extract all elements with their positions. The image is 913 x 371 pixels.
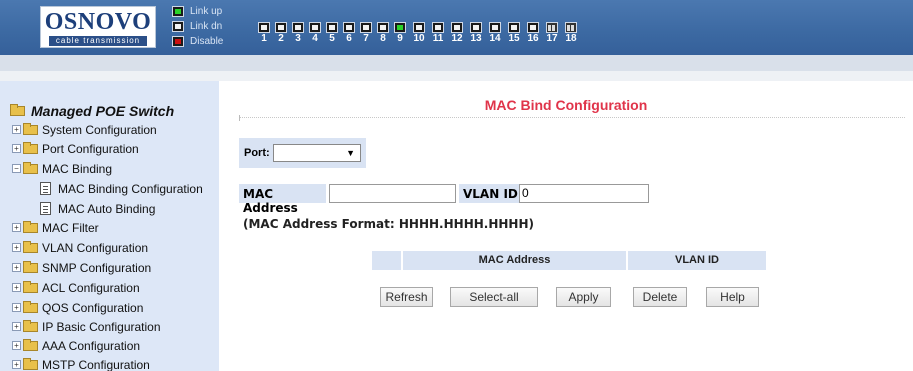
ethernet-port-icon (527, 22, 539, 33)
expand-icon[interactable]: + (12, 263, 21, 272)
folder-icon (23, 320, 38, 332)
legend-label: Disable (190, 36, 224, 47)
legend-link-up: Link up (172, 5, 242, 19)
fiber-port-icon (565, 22, 577, 33)
folder-icon (23, 281, 38, 293)
tree-item-label: Port Configuration (42, 142, 139, 156)
refresh-button[interactable]: Refresh (380, 287, 433, 307)
expand-icon[interactable]: + (12, 322, 21, 331)
tree-root-label: Managed POE Switch (31, 103, 175, 119)
ethernet-port-icon (275, 22, 287, 33)
port-link-down-icon (172, 21, 184, 32)
expand-icon[interactable]: + (12, 144, 21, 153)
document-icon (40, 182, 51, 195)
mac-address-input[interactable] (329, 184, 456, 203)
fiber-port-icon (546, 22, 558, 33)
ethernet-port-up-icon (394, 22, 406, 33)
folder-icon (23, 301, 38, 313)
ethernet-port-icon (413, 22, 425, 33)
folder-icon (23, 339, 38, 351)
vlan-id-label: VLAN ID (463, 187, 518, 201)
tree-item-label: QOS Configuration (42, 301, 144, 315)
port-disabled-icon (172, 36, 184, 47)
osnovo-logo: OSNOVO cable transmission (40, 6, 156, 48)
title-divider (239, 117, 905, 118)
expand-icon[interactable]: + (12, 223, 21, 232)
folder-icon (23, 261, 38, 273)
tree-item-label: ACL Configuration (42, 281, 140, 295)
folder-icon (23, 142, 38, 154)
legend-disable: Disable (172, 35, 242, 49)
port-link-up-icon (172, 6, 184, 17)
folder-icon (23, 221, 38, 233)
expand-icon[interactable]: + (12, 303, 21, 312)
expand-icon[interactable]: + (12, 243, 21, 252)
folder-icon (23, 241, 38, 253)
port-label: Port: (244, 147, 270, 159)
expand-icon[interactable]: + (12, 341, 21, 350)
ethernet-port-icon (360, 22, 372, 33)
legend-label: Link up (190, 6, 223, 17)
header-banner: OSNOVO cable transmission Link up Link d… (0, 0, 913, 55)
ethernet-port-icon (292, 22, 304, 33)
expand-icon[interactable]: + (12, 125, 21, 134)
tree-item-label: MAC Binding Configuration (58, 182, 203, 196)
tree-item-label: IP Basic Configuration (42, 320, 161, 334)
document-icon (40, 202, 51, 215)
delete-button[interactable]: Delete (633, 287, 687, 307)
title-divider-tick (239, 115, 240, 121)
tree-item-label: MAC Auto Binding (58, 202, 156, 216)
ethernet-port-icon (326, 22, 338, 33)
apply-button[interactable]: Apply (556, 287, 611, 307)
legend-label: Link dn (190, 21, 223, 32)
table-header-vlan-id: VLAN ID (628, 251, 766, 270)
ethernet-port-icon (309, 22, 321, 33)
mac-address-label-cell: MAC Address (239, 184, 326, 215)
navigation-tree: Managed POE Switch + System Configuratio… (0, 81, 219, 371)
ethernet-port-icon (432, 22, 444, 33)
logo-text: OSNOVO (44, 9, 152, 35)
port-number: 18 (565, 33, 577, 44)
logo-tagline: cable transmission (49, 36, 147, 46)
folder-open-icon (23, 162, 38, 174)
sub-header-bar (0, 55, 913, 71)
help-button[interactable]: Help (706, 287, 759, 307)
mac-format-hint: (MAC Address Format: HHHH.HHHH.HHHH) (243, 217, 534, 231)
tree-item-label: MAC Filter (42, 221, 99, 235)
ethernet-port-icon (489, 22, 501, 33)
content-area: MAC Bind Configuration Port: ▼ MAC Addre… (219, 81, 913, 371)
tree-item-label: SNMP Configuration (42, 261, 152, 275)
tree-item-label: MAC Binding (42, 162, 113, 176)
page-title: MAC Bind Configuration (484, 97, 648, 113)
ethernet-port-icon (343, 22, 355, 33)
vlan-id-label-cell: VLAN ID (459, 184, 519, 203)
folder-icon (23, 123, 38, 135)
table-header-select (372, 251, 402, 270)
ethernet-port-icon (470, 22, 482, 33)
expand-icon[interactable]: + (12, 283, 21, 292)
expand-icon[interactable]: + (12, 360, 21, 369)
port-selector-box: Port: ▼ (239, 138, 366, 168)
mac-address-label: MAC Address (243, 187, 298, 215)
folder-open-icon (10, 104, 25, 116)
ethernet-port-icon (377, 22, 389, 33)
port-select[interactable]: ▼ (273, 144, 361, 162)
vlan-id-input[interactable]: 0 (519, 184, 649, 203)
tree-item-label: AAA Configuration (42, 339, 141, 353)
select-all-button[interactable]: Select-all (450, 287, 538, 307)
ethernet-port-icon (258, 22, 270, 33)
legend-link-dn: Link dn (172, 20, 242, 34)
folder-icon (23, 358, 38, 370)
separator-strip (0, 71, 913, 81)
dropdown-arrow-icon: ▼ (346, 148, 355, 158)
collapse-icon[interactable]: − (12, 164, 21, 173)
ethernet-port-icon (451, 22, 463, 33)
tree-item-label: MSTP Configuration (42, 358, 150, 371)
tree-item-label: System Configuration (42, 123, 157, 137)
ethernet-port-icon (508, 22, 520, 33)
mac-bind-table: MAC Address VLAN ID (372, 251, 766, 270)
table-header-mac-address: MAC Address (403, 251, 627, 270)
port-status-legend: Link up Link dn Disable (172, 5, 242, 50)
tree-item-label: VLAN Configuration (42, 241, 149, 255)
